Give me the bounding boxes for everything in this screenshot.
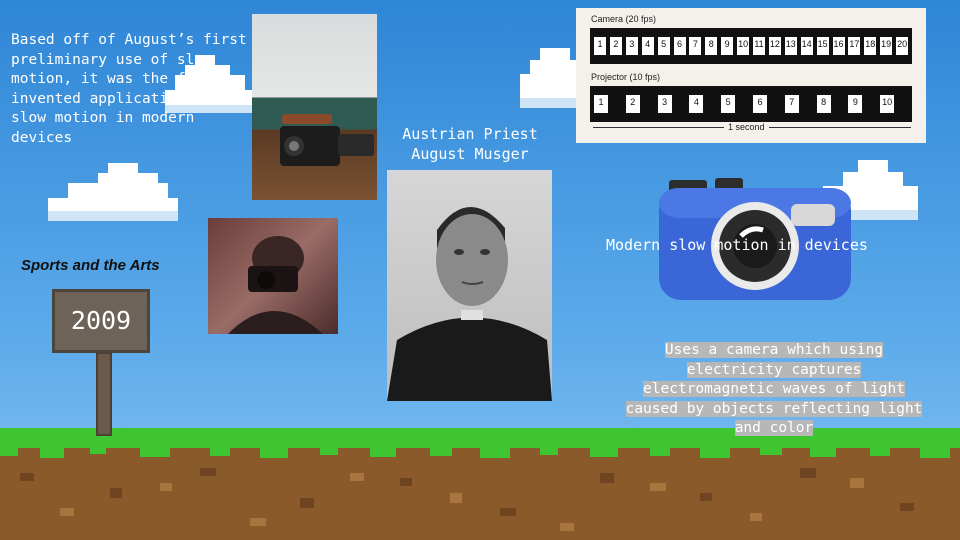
camera-frame: 17 <box>847 36 862 56</box>
projector-frame: 3 <box>656 94 673 114</box>
cloud-mid-left <box>48 163 178 221</box>
modern-slow-motion-caption: Modern slow motion in devices <box>606 236 868 254</box>
projector-fps-label: Projector (10 fps) <box>591 72 661 82</box>
camera-frame: 16 <box>831 36 846 56</box>
camera-frame: 5 <box>656 36 671 56</box>
sign-post <box>96 352 112 436</box>
projector-frame: 1 <box>593 94 609 114</box>
camera-frame: 1 <box>593 36 607 56</box>
priest-portrait <box>387 170 552 401</box>
sports-arts-label: Sports and the Arts <box>21 257 160 274</box>
camera-frame: 3 <box>624 36 639 56</box>
pixel-ground <box>0 428 960 540</box>
camera-frame: 11 <box>752 36 766 56</box>
camera-frame: 9 <box>720 36 735 56</box>
sign-year: 2009 <box>70 306 132 335</box>
intro-text: Based off of August’s first preliminary … <box>11 32 247 146</box>
priest-caption: Austrian Priest August Musger <box>390 124 550 164</box>
projector-frame: 9 <box>847 94 864 114</box>
sign-board: 2009 <box>52 289 150 353</box>
projector-frame: 8 <box>815 94 832 114</box>
photographer-photo <box>208 218 338 334</box>
one-second-label: 1 second <box>724 122 769 132</box>
camera-frame: 8 <box>704 36 719 56</box>
projector-frame: 6 <box>752 94 768 114</box>
camera-frame: 15 <box>815 36 830 56</box>
camera-frame: 10 <box>736 36 751 56</box>
video-camera-photo <box>252 14 377 200</box>
projector-frame: 4 <box>688 94 705 114</box>
camera-explanation-text: Uses a camera which using electricity ca… <box>622 341 926 439</box>
camera-frame: 2 <box>608 36 623 56</box>
priest-caption-line1: Austrian Priest <box>402 125 538 143</box>
projector-frame: 7 <box>783 94 800 114</box>
camera-frame: 14 <box>799 36 814 56</box>
camera-frame: 12 <box>767 36 782 56</box>
camera-explanation-highlight: Uses a camera which using electricity ca… <box>625 342 923 437</box>
camera-fps-label: Camera (20 fps) <box>591 14 657 24</box>
frame-rate-diagram: Camera (20 fps) 1 2 3 4 5 6 7 8 9 10 11 12 13 14 15 16 1… <box>576 8 926 143</box>
camera-frame: 18 <box>863 36 878 56</box>
projector-frame: 2 <box>624 94 641 114</box>
camera-frame: 6 <box>672 36 687 56</box>
camera-frame: 20 <box>895 36 910 56</box>
camera-frame: 4 <box>640 36 655 56</box>
priest-caption-line2: August Musger <box>411 145 529 163</box>
camera-frame: 19 <box>879 36 894 56</box>
camera-frame: 7 <box>688 36 703 56</box>
projector-frame: 10 <box>879 94 896 114</box>
projector-frame: 5 <box>720 94 737 114</box>
camera-frame: 13 <box>783 36 798 56</box>
